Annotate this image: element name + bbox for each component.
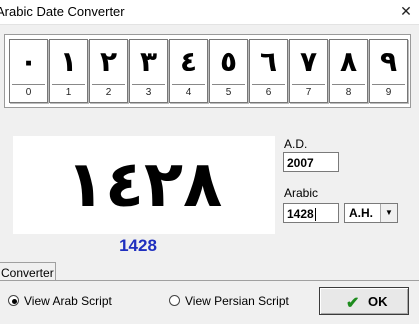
digit-divider	[372, 84, 405, 85]
digit-divider	[172, 84, 205, 85]
digit-glyph: ٢	[99, 45, 118, 78]
digit-glyph: ٣	[139, 45, 158, 78]
radio-circle[interactable]	[169, 295, 180, 306]
radio-label: View Arab Script	[24, 294, 112, 308]
digit-glyph: ٠	[19, 45, 38, 78]
arabic-label: Arabic	[284, 186, 319, 200]
digit-key-2[interactable]: ٢ 2	[89, 39, 128, 103]
digit-key-5[interactable]: ٥ 5	[209, 39, 248, 103]
chevron-down-icon[interactable]: ▼	[380, 204, 397, 222]
tab-converter[interactable]: Converter	[0, 262, 56, 281]
digit-glyph: ٨	[339, 45, 358, 78]
arabic-digit-display: ١٤٢٨	[13, 136, 275, 234]
digit-divider	[292, 84, 325, 85]
converted-number: 1428	[119, 236, 157, 255]
arabic-year-input[interactable]: 1428	[283, 203, 339, 223]
radio-label: View Persian Script	[185, 294, 289, 308]
digit-glyph: ٩	[379, 45, 398, 78]
digit-label: 4	[185, 87, 192, 98]
arabic-year-value: 1428	[287, 207, 314, 221]
digit-label: 2	[105, 87, 112, 98]
digit-key-1[interactable]: ١ 1	[49, 39, 88, 103]
digit-key-0[interactable]: ٠ 0	[9, 39, 48, 103]
ok-button[interactable]: ✔ OK	[319, 287, 409, 315]
digit-label: 5	[225, 87, 232, 98]
era-dropdown[interactable]: A.H. ▼	[344, 203, 398, 223]
text-caret	[314, 208, 316, 222]
ok-button-label: OK	[368, 294, 388, 309]
digit-divider	[212, 84, 245, 85]
radio-circle[interactable]	[8, 295, 19, 306]
digit-glyph: ٤	[179, 45, 198, 78]
digit-label: 6	[265, 87, 272, 98]
digit-key-4[interactable]: ٤ 4	[169, 39, 208, 103]
digit-key-6[interactable]: ٦ 6	[249, 39, 288, 103]
digit-glyph: ٧	[299, 45, 318, 78]
digit-key-3[interactable]: ٣ 3	[129, 39, 168, 103]
digit-label: 8	[345, 87, 352, 98]
digit-divider	[132, 84, 165, 85]
digit-label: 1	[65, 87, 72, 98]
digit-key-7[interactable]: ٧ 7	[289, 39, 328, 103]
ad-year-value: 2007	[287, 156, 314, 170]
digit-label: 7	[305, 87, 312, 98]
tab-divider	[0, 280, 419, 281]
digit-divider	[92, 84, 125, 85]
close-icon[interactable]: ✕	[396, 2, 416, 20]
digit-keypad: ٠ 0 ١ 1 ٢ 2 ٣ 3 ٤ 4 ٥ 5 ٦ 6 ٧ 7 ٨ 8 ٩ 9	[4, 34, 411, 108]
digit-key-9[interactable]: ٩ 9	[369, 39, 408, 103]
digit-label: 3	[145, 87, 152, 98]
digit-divider	[12, 84, 45, 85]
window-title: Arabic Date Converter	[0, 4, 125, 19]
digit-divider	[332, 84, 365, 85]
digit-glyph: ٦	[259, 45, 278, 78]
ad-label: A.D.	[284, 137, 308, 151]
era-value: A.H.	[349, 206, 373, 220]
digit-key-8[interactable]: ٨ 8	[329, 39, 368, 103]
title-bar: Arabic Date Converter ✕	[0, 0, 419, 25]
checkmark-icon: ✔	[346, 295, 360, 312]
ad-year-input[interactable]: 2007	[283, 152, 339, 172]
digit-label: 0	[25, 87, 32, 98]
digit-glyph: ١	[59, 45, 78, 78]
arabic-digits: ١٤٢٨	[65, 148, 223, 222]
radio-selected-dot	[12, 299, 17, 304]
digit-label: 9	[385, 87, 392, 98]
digit-glyph: ٥	[219, 45, 238, 78]
tab-converter-label: Converter	[1, 266, 54, 280]
digit-divider	[52, 84, 85, 85]
digit-divider	[252, 84, 285, 85]
